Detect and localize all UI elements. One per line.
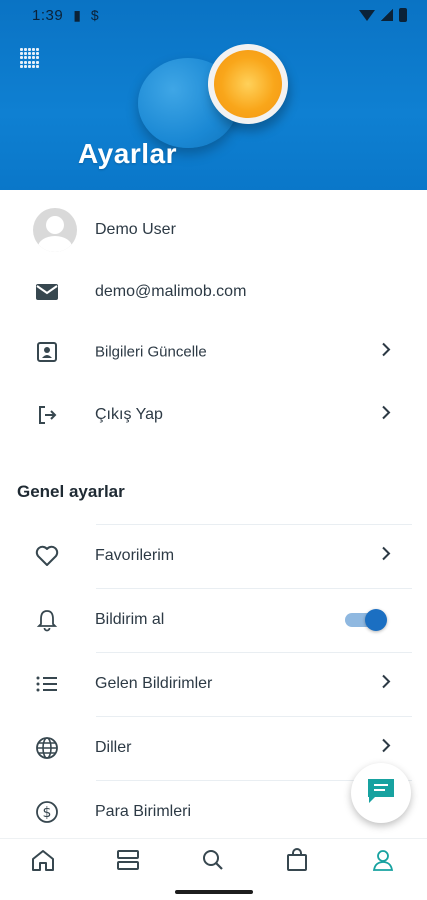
profile-email-row: demo@malimob.com: [0, 261, 427, 323]
sim-icon: ▮: [73, 6, 81, 23]
toggle-knob: [365, 609, 387, 631]
svg-text:$: $: [43, 805, 52, 821]
chat-bubble-icon: [365, 776, 397, 811]
profile-email: demo@malimob.com: [95, 283, 247, 300]
languages-label: Diller: [95, 739, 132, 756]
profile-name-row: Demo User: [0, 199, 427, 261]
logout-label: Çıkış Yap: [95, 406, 163, 423]
chevron-right-icon: [381, 545, 391, 568]
globe-icon: [33, 734, 61, 762]
app-notification-icon: $: [90, 7, 99, 23]
chevron-right-icon: [381, 341, 391, 364]
incoming-notifications-label: Gelen Bildirimler: [95, 675, 213, 692]
categories-icon: [115, 848, 141, 877]
dollar-circle-icon: $: [33, 798, 61, 826]
profile-name: Demo User: [95, 221, 176, 238]
nav-categories[interactable]: [114, 849, 142, 875]
avatar: [33, 208, 77, 252]
chevron-right-icon: [381, 404, 391, 427]
battery-icon: [399, 8, 407, 22]
nav-home[interactable]: [29, 849, 57, 875]
favorites-row[interactable]: Favorilerim: [0, 525, 427, 587]
notifications-toggle-row: Bildirim al: [0, 589, 427, 651]
search-icon: [201, 848, 225, 877]
nav-profile[interactable]: [369, 849, 397, 875]
page-title: Ayarlar: [78, 138, 177, 169]
nav-cart[interactable]: [283, 847, 311, 878]
home-icon: [30, 848, 56, 877]
chat-fab-button[interactable]: [351, 763, 411, 823]
section-title-general: Genel ayarlar: [17, 482, 125, 501]
nav-search[interactable]: [199, 849, 227, 875]
bell-icon: [33, 606, 61, 634]
signal-icon: [381, 9, 393, 21]
incoming-notifications-row[interactable]: Gelen Bildirimler: [0, 653, 427, 715]
bag-icon: [285, 847, 309, 878]
currencies-label: Para Birimleri: [95, 803, 192, 820]
notifications-label: Bildirim al: [95, 611, 165, 628]
contact-card-icon: [33, 338, 61, 366]
logout-icon: [33, 401, 61, 429]
chevron-right-icon: [381, 737, 391, 760]
notifications-toggle[interactable]: [345, 609, 387, 631]
logout-row[interactable]: Çıkış Yap: [0, 384, 427, 446]
chevron-right-icon: [381, 673, 391, 696]
status-time: 1:39: [32, 6, 64, 24]
update-info-row[interactable]: Bilgileri Güncelle: [0, 321, 427, 383]
wifi-icon: [359, 9, 375, 21]
profile-icon: [371, 848, 395, 877]
favorites-label: Favorilerim: [95, 547, 175, 564]
grid-menu-icon[interactable]: [20, 48, 40, 68]
heart-icon: [33, 542, 61, 570]
mail-icon: [33, 278, 61, 306]
status-bar: 1:39 ▮ $: [0, 0, 427, 30]
home-indicator: [175, 890, 253, 894]
list-icon: [33, 670, 61, 698]
update-info-label: Bilgileri Güncelle: [95, 343, 207, 361]
header-banner: 1:39 ▮ $ Ayarlar: [0, 0, 427, 190]
